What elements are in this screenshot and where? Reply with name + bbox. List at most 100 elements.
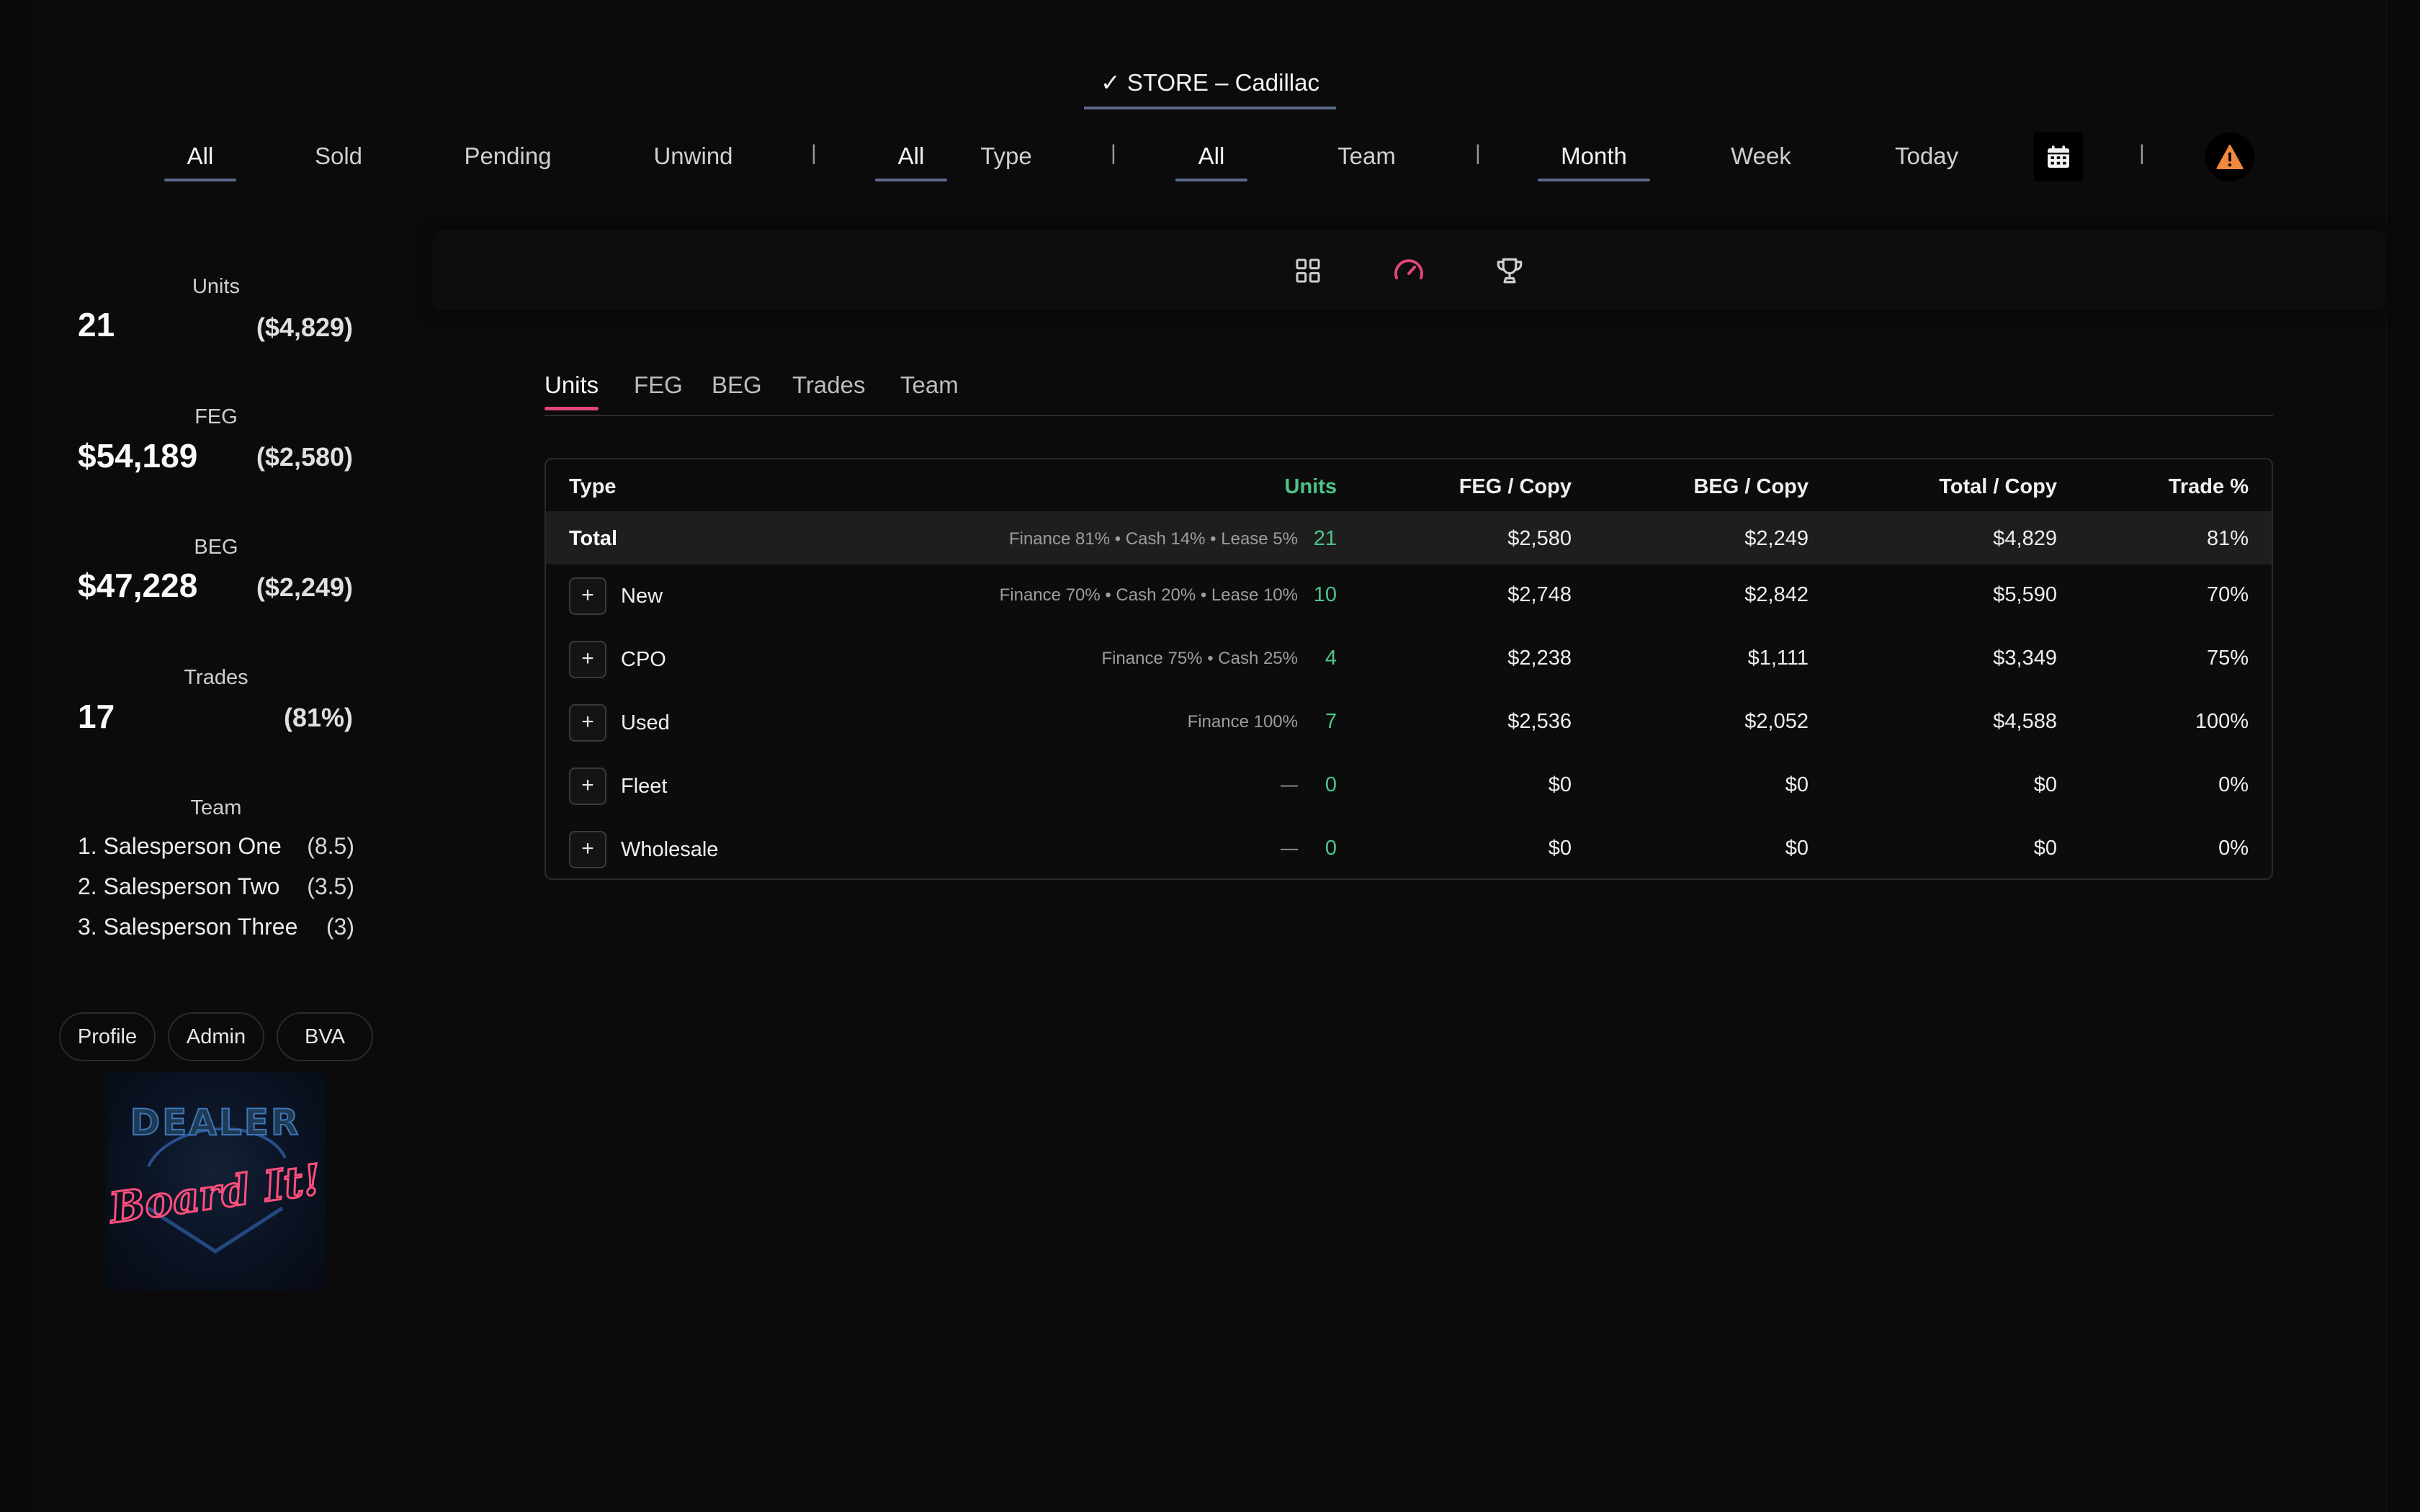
expand-row-button[interactable]: + [569,704,606,742]
tab-beg[interactable]: BEG [712,367,762,410]
beg-value: $0 [1785,773,1809,796]
feg-average: ($2,580) [256,442,353,472]
tabs-divider [544,415,2273,416]
feg-value: $2,238 [1507,647,1572,670]
filter-separator: | [2139,141,2145,165]
team-member[interactable]: 1. Salesperson One (8.5) [78,833,354,860]
units-value: 10 [1313,583,1337,606]
column-header-trade-percent[interactable]: Trade % [2169,475,2249,499]
store-selector[interactable]: ✓ STORE – Cadillac [1084,65,1336,109]
filter-team-all[interactable]: All [1175,138,1247,181]
team-member-units: (3) [326,914,354,940]
units-caption: Units [192,275,241,298]
filter-period-today[interactable]: Today [1887,138,1966,181]
column-header-feg-copy[interactable]: FEG / Copy [1459,475,1572,499]
dashboard-view-button[interactable] [1392,253,1426,288]
team-member-name: 3. Salesperson Three [78,914,298,940]
team-member-name: 2. Salesperson Two [78,873,280,899]
trade-percent: 81% [2206,527,2249,550]
alerts-button[interactable] [2205,132,2254,181]
row-label: Fleet [621,775,668,798]
beg-value: $2,842 [1744,583,1809,606]
calendar-button[interactable] [2034,132,2083,181]
speedometer-icon [1394,259,1423,279]
team-member[interactable]: 3. Salesperson Three (3) [78,914,354,940]
units-average: ($4,829) [256,312,353,342]
deal-mix: Finance 75% • Cash 25% [1101,649,1298,668]
units-value: 0 [1325,837,1337,860]
units-value: 21 [1313,527,1337,550]
units-table: Type Units FEG / Copy BEG / Copy Total /… [544,458,2273,880]
beg-value: $1,111 [1747,647,1809,670]
total-value: $3,349 [1993,647,2057,670]
trade-percent: 100% [2195,710,2249,733]
trades-caption: Trades [184,666,248,689]
trade-percent: 75% [2206,647,2249,670]
deal-mix: — [1281,839,1298,858]
row-label: Total [569,527,618,550]
feg-caption: FEG [194,405,238,428]
column-header-total-copy[interactable]: Total / Copy [1939,475,2057,499]
row-label: New [621,585,663,608]
feg-value: $54,189 [78,437,198,474]
tab-units[interactable]: Units [544,367,599,410]
row-label: Wholesale [621,838,719,861]
tab-team[interactable]: Team [900,367,959,410]
filter-separator: | [811,141,817,165]
feg-value: $2,748 [1507,583,1572,606]
expand-row-button[interactable]: + [569,768,606,805]
expand-row-button[interactable]: + [569,577,606,615]
trade-percent: 0% [2218,773,2249,796]
filter-type[interactable]: Type [974,138,1039,181]
expand-row-button[interactable]: + [569,641,606,678]
grid-icon [1296,258,1320,283]
filter-status-pending[interactable]: Pending [454,138,562,181]
beg-value: $2,052 [1744,710,1809,733]
filter-period-month[interactable]: Month [1538,138,1650,181]
filter-period-week[interactable]: Week [1725,138,1797,181]
trade-percent: 70% [2206,583,2249,606]
filter-status-all[interactable]: All [164,138,236,181]
column-header-units[interactable]: Units [1285,475,1337,499]
feg-value: $0 [1548,837,1572,860]
beg-caption: BEG [194,536,238,559]
team-member-name: 1. Salesperson One [78,833,282,859]
team-member-units: (3.5) [307,873,354,899]
total-value: $0 [2033,773,2057,796]
profile-button[interactable]: Profile [59,1012,156,1061]
team-member-units: (8.5) [307,833,354,859]
column-header-beg-copy[interactable]: BEG / Copy [1693,475,1809,499]
filter-team[interactable]: Team [1329,138,1404,181]
leaderboard-view-button[interactable] [1492,253,1527,288]
total-value: $5,590 [1993,583,2057,606]
logo-text-dealer: DEALER [130,1102,301,1143]
team-member[interactable]: 2. Salesperson Two (3.5) [78,873,354,900]
filter-separator: | [1475,141,1481,165]
deal-mix: Finance 100% [1187,712,1298,732]
calendar-icon [2048,145,2069,168]
total-value: $4,829 [1993,527,2057,550]
expand-row-button[interactable]: + [569,831,606,868]
units-value: 7 [1325,710,1337,733]
grid-view-button[interactable] [1291,253,1325,288]
tab-trades[interactable]: Trades [792,367,865,410]
warning-icon [2216,144,2244,170]
column-header-type[interactable]: Type [569,475,617,499]
beg-value: $47,228 [78,567,198,604]
total-value: $0 [2033,837,2057,860]
trades-percent: (81%) [283,703,353,732]
feg-value: $0 [1548,773,1572,796]
row-label: Used [621,711,670,734]
bva-button[interactable]: BVA [277,1012,373,1061]
trophy-icon [1497,258,1523,284]
filter-status-unwind[interactable]: Unwind [645,138,742,181]
deal-mix: Finance 70% • Cash 20% • Lease 10% [999,585,1298,605]
beg-value: $0 [1785,837,1809,860]
filter-type-all[interactable]: All [875,138,947,181]
table-row-total: Total Finance 81% • Cash 14% • Lease 5% … [546,511,2272,564]
filter-status-sold[interactable]: Sold [302,138,375,181]
admin-button[interactable]: Admin [168,1012,264,1061]
tab-feg[interactable]: FEG [634,367,683,410]
beg-value: $2,249 [1744,527,1809,550]
beg-average: ($2,249) [256,572,353,602]
